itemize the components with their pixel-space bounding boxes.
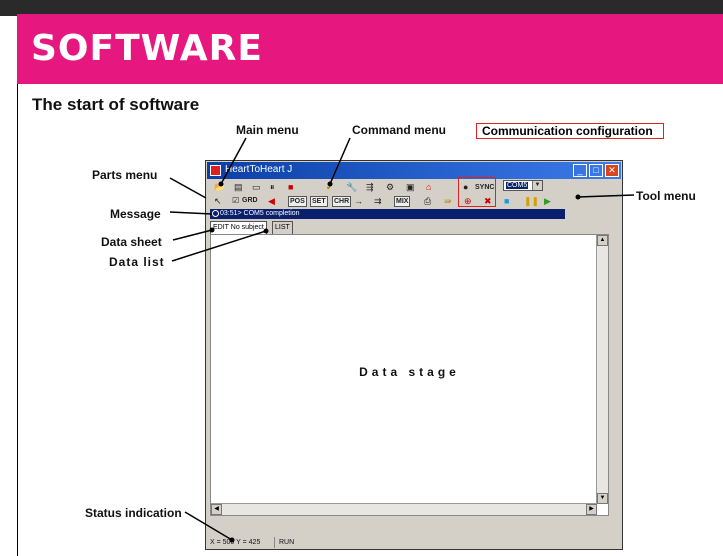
tab-edit[interactable]: EDIT No subject	[210, 221, 267, 234]
left-rule	[17, 84, 18, 556]
app-icon	[210, 165, 221, 176]
set-button[interactable]: SET	[310, 196, 328, 207]
label-communication-configuration: Communication configuration	[482, 124, 653, 138]
tab-list[interactable]: LIST	[272, 221, 293, 234]
mix-button[interactable]: MIX	[394, 196, 411, 207]
scroll-down-icon[interactable]: ▼	[597, 493, 608, 504]
status-coordinates: X = 500 Y = 425	[210, 539, 261, 546]
message-bar: 03:51> COM5 completion	[210, 209, 565, 219]
check-icon[interactable]: ✔	[326, 181, 334, 193]
pause-tool-icon[interactable]: ❚❚	[524, 195, 539, 207]
double-arrow-icon[interactable]: ⇉	[374, 195, 382, 207]
label-tool-menu: Tool menu	[636, 189, 696, 203]
chr-button[interactable]: CHR	[332, 196, 352, 207]
export-icon[interactable]: ⇛	[444, 195, 452, 207]
maximize-button[interactable]: □	[589, 164, 603, 177]
open-folder-icon[interactable]: 📂	[214, 181, 225, 193]
record-icon[interactable]: ■	[504, 195, 509, 207]
play-icon[interactable]: ▶	[544, 195, 551, 207]
sheet-icon[interactable]: ▤	[234, 181, 243, 193]
status-mode: RUN	[274, 537, 294, 548]
communication-config-highlight	[458, 177, 496, 207]
leader-parts-menu	[169, 177, 207, 199]
message-text: 03:51> COM5 completion	[220, 210, 300, 217]
print-icon[interactable]: ⎙	[424, 195, 431, 207]
grid-label: GRD	[242, 197, 258, 204]
banner-title: SOFTWARE	[31, 28, 263, 69]
port-select[interactable]: COM5 ▼	[503, 180, 543, 191]
label-status-indication: Status indication	[85, 506, 182, 520]
label-main-menu: Main menu	[236, 123, 299, 137]
window-icon[interactable]: ▭	[252, 181, 261, 193]
label-message: Message	[110, 207, 161, 221]
chevron-down-icon[interactable]: ▼	[532, 181, 542, 190]
pos-button[interactable]: POS	[288, 196, 307, 207]
label-parts-menu: Parts menu	[92, 168, 158, 182]
grid-checkbox[interactable]: ☑	[232, 195, 239, 207]
data-stage[interactable]: Data stage ▲ ▼ ◀ ▶	[210, 234, 609, 516]
banner: SOFTWARE	[17, 14, 723, 84]
label-data-sheet: Data sheet	[101, 235, 162, 249]
scroll-right-icon[interactable]: ▶	[586, 504, 597, 515]
port-select-value: COM5	[506, 182, 529, 189]
toolbar-parts: ↖ ☑ GRD ◀ POS SET CHR → ⇉ MIX ⎙ ⇛ ⊕ ✖ ■ …	[208, 194, 620, 208]
message-status-icon	[212, 210, 219, 217]
status-bar: X = 500 Y = 425 RUN	[208, 537, 620, 548]
communication-configuration-box: Communication configuration	[476, 123, 664, 139]
vertical-scrollbar[interactable]: ▲ ▼	[596, 235, 608, 504]
arrow-right-icon[interactable]: →	[354, 195, 363, 207]
pause-icon[interactable]: ⏸	[270, 181, 275, 193]
scroll-left-icon[interactable]: ◀	[211, 504, 222, 515]
toolbar-main: 📂 ▤ ▭ ⏸ ■ ✔ 🔧 ⇶ ⚙ ▣ ⌂ ● SYNC COM5 ▼	[208, 180, 620, 194]
device-icon[interactable]: ▣	[406, 181, 415, 193]
scroll-up-icon[interactable]: ▲	[597, 235, 608, 246]
close-button[interactable]: ✕	[605, 164, 619, 177]
horizontal-scrollbar[interactable]: ◀ ▶	[211, 503, 597, 515]
page-subtitle: The start of software	[32, 95, 200, 114]
transfer-icon[interactable]: ⇶	[366, 181, 374, 193]
software-window: HeartToHeart J _ □ ✕ 📂 ▤ ▭ ⏸ ■ ✔ 🔧 ⇶ ⚙ ▣…	[205, 160, 623, 550]
servo-icon[interactable]: ⌂	[426, 181, 431, 193]
label-data-list: Data list	[109, 255, 165, 269]
flag-icon[interactable]: ◀	[268, 195, 275, 207]
stop-icon[interactable]: ■	[288, 181, 293, 193]
data-stage-label: Data stage	[359, 365, 460, 379]
window-titlebar[interactable]: HeartToHeart J _ □ ✕	[207, 162, 621, 179]
robot-icon[interactable]: ⚙	[386, 181, 394, 193]
minimize-button[interactable]: _	[573, 164, 587, 177]
wrench-icon[interactable]: 🔧	[346, 181, 357, 193]
window-title: HeartToHeart J	[225, 164, 293, 175]
label-command-menu: Command menu	[352, 123, 447, 137]
pointer-icon[interactable]: ↖	[214, 195, 222, 207]
